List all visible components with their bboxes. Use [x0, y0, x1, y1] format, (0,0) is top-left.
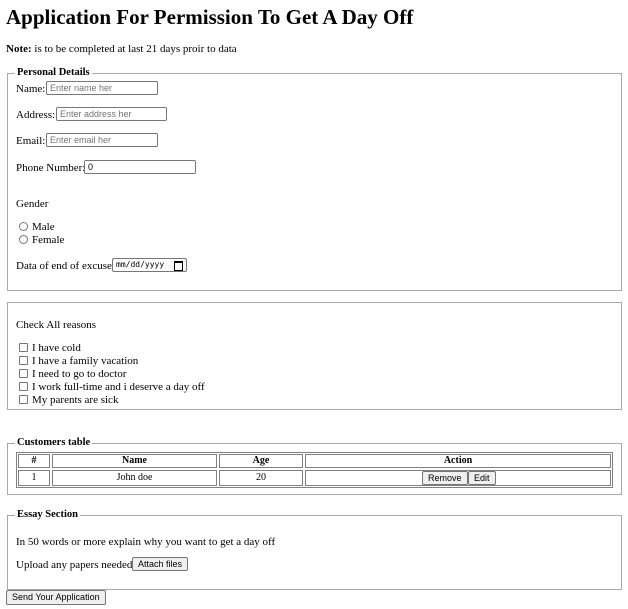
reason-label: I need to go to doctor — [32, 368, 127, 380]
personal-details-fieldset: Personal Details — [7, 67, 622, 291]
table-header-age: Age — [219, 454, 303, 468]
edit-button[interactable]: Edit — [468, 471, 496, 485]
page-title: Application For Permission To Get A Day … — [6, 5, 414, 29]
phone-label: Phone Number: — [16, 162, 86, 174]
reason-label: I work full-time and i deserve a day off — [32, 381, 205, 393]
submit-button[interactable]: Send Your Application — [6, 590, 106, 605]
phone-input[interactable] — [84, 160, 196, 174]
date-label: Data of end of excuse: — [16, 260, 115, 272]
table-cell-id: 1 — [18, 470, 50, 486]
reasons-heading: Check All reasons — [16, 319, 97, 331]
table-header-action: Action — [305, 454, 611, 468]
table-header-name: Name — [52, 454, 217, 468]
note-label: Note: — [6, 43, 32, 55]
note-body: is to be completed at last 21 days proir… — [34, 43, 237, 55]
date-placeholder: mm/dd/yyyy — [116, 260, 165, 269]
table-header-id: # — [18, 454, 50, 468]
essay-fieldset: Essay Section — [7, 509, 622, 590]
upload-label: Upload any papers needed: — [16, 559, 136, 571]
personal-details-legend: Personal Details — [17, 67, 90, 78]
reason-label: I have cold — [32, 342, 81, 354]
table-cell-age: 20 — [219, 470, 303, 486]
attach-files-button[interactable]: Attach files — [132, 557, 189, 571]
gender-label: Gender — [16, 198, 49, 210]
reason-checkbox[interactable] — [19, 395, 28, 404]
gender-male-radio[interactable] — [19, 222, 28, 231]
note-text: Note: is to be completed at last 21 days… — [6, 43, 237, 55]
reason-checkbox[interactable] — [19, 356, 28, 365]
essay-legend: Essay Section — [17, 509, 78, 520]
email-input[interactable] — [46, 133, 158, 147]
address-input[interactable] — [56, 107, 167, 121]
table-cell-name: John doe — [52, 470, 217, 486]
end-date-input[interactable]: mm/dd/yyyy — [112, 258, 187, 272]
address-label: Address: — [16, 109, 56, 121]
reason-checkbox[interactable] — [19, 343, 28, 352]
reason-label: I have a family vacation — [32, 355, 139, 367]
email-label: Email: — [16, 135, 46, 147]
customers-legend: Customers table — [17, 437, 91, 448]
gender-female-radio[interactable] — [19, 235, 28, 244]
reason-checkbox[interactable] — [19, 382, 28, 391]
reason-label: My parents are sick — [32, 394, 119, 406]
calendar-icon[interactable] — [174, 261, 183, 271]
remove-button[interactable]: Remove — [422, 471, 468, 485]
gender-male-label: Male — [32, 221, 55, 233]
reason-checkbox[interactable] — [19, 369, 28, 378]
name-label: Name: — [16, 83, 46, 95]
gender-female-label: Female — [32, 234, 65, 246]
essay-prompt: In 50 words or more explain why you want… — [16, 536, 276, 548]
name-input[interactable] — [46, 81, 158, 95]
